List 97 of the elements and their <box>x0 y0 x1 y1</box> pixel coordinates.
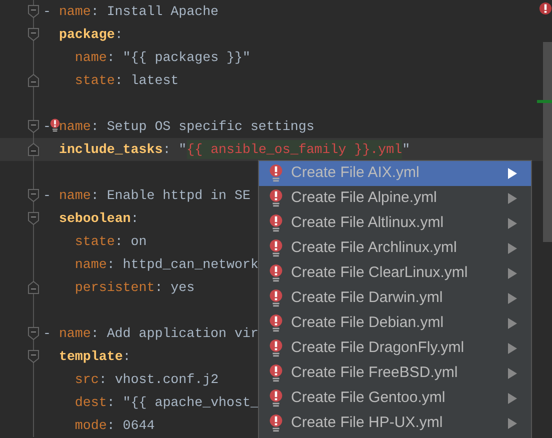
yaml-key: name <box>58 324 91 344</box>
submenu-arrow-icon <box>508 293 517 304</box>
colon: : <box>122 348 131 366</box>
list-dash: - <box>43 2 51 21</box>
yaml-value: 0644 <box>122 416 155 435</box>
colon: : <box>106 394 115 412</box>
menu-item[interactable]: Create File Darwin.yml <box>259 286 531 311</box>
menu-item[interactable]: Create File ClearLinux.yml <box>259 261 531 286</box>
error-bulb-icon[interactable] <box>50 118 60 133</box>
yaml-key: name <box>58 2 91 22</box>
submenu-arrow-icon <box>508 368 517 379</box>
yaml-value: on <box>130 232 147 251</box>
colon: : <box>90 324 99 343</box>
colon: : <box>154 278 163 297</box>
yaml-key: name <box>58 116 91 136</box>
menu-item[interactable]: Create File Archlinux.yml <box>259 236 531 261</box>
unresolved-path: {{ ansible_os_family }}.yml <box>186 140 402 160</box>
colon: : <box>90 186 99 205</box>
colon: : <box>106 416 115 435</box>
colon: : <box>114 72 123 90</box>
error-bulb-icon <box>269 214 283 233</box>
yaml-value: httpd_can_network <box>122 256 258 274</box>
colon: : <box>130 210 139 228</box>
yaml-value: Install Apache <box>106 2 219 21</box>
list-dash: - <box>43 324 51 343</box>
submenu-arrow-icon <box>508 193 517 204</box>
submenu-arrow-icon <box>508 268 517 279</box>
list-dash: - <box>43 186 51 205</box>
menu-item[interactable]: Create File Debian.yml <box>259 311 531 336</box>
yaml-value: Add application vir <box>106 324 258 343</box>
error-bulb-icon <box>269 289 283 308</box>
yaml-key: name <box>58 186 91 206</box>
menu-item[interactable]: Create File Alpine.yml <box>259 186 531 211</box>
fold-icon[interactable] <box>28 350 39 363</box>
submenu-arrow-icon <box>508 393 517 404</box>
yaml-value: "{{ packages }}" <box>122 48 250 67</box>
yaml-value: yes <box>170 278 195 297</box>
submenu-arrow-icon <box>508 218 517 229</box>
yaml-value: Enable httpd in SE <box>106 186 250 205</box>
error-icon[interactable] <box>539 2 552 15</box>
yaml-value: latest <box>130 72 179 90</box>
fold-icon[interactable] <box>28 281 39 294</box>
yaml-value: "{{ apache_vhost_ <box>122 394 258 412</box>
fold-icon[interactable] <box>28 212 39 225</box>
yaml-key: package <box>43 24 115 44</box>
fold-icon[interactable] <box>28 189 39 202</box>
list-dash: - <box>43 118 51 136</box>
submenu-arrow-icon <box>508 343 517 354</box>
quote-mark: " <box>178 140 187 159</box>
yaml-value: vhost.conf.j2 <box>114 370 219 389</box>
menu-item[interactable]: Create File HP-UX.yml <box>259 411 531 436</box>
yaml-key: mode <box>43 416 107 436</box>
quote-mark: " <box>402 140 410 159</box>
error-bulb-icon <box>269 239 283 258</box>
fold-icon[interactable] <box>28 120 39 133</box>
error-bulb-icon <box>269 389 283 408</box>
colon: : <box>114 26 123 44</box>
yaml-key: state <box>43 232 115 252</box>
error-bulb-icon <box>269 314 283 333</box>
menu-item[interactable]: Create File FreeBSD.yml <box>259 361 531 386</box>
menu-item[interactable]: Create File Altlinux.yml <box>259 211 531 236</box>
yaml-key: include_tasks <box>43 140 163 160</box>
submenu-arrow-icon <box>508 318 517 329</box>
colon: : <box>114 232 123 251</box>
menu-item[interactable]: Create File DragonFly.yml <box>259 336 531 361</box>
colon: : <box>90 2 99 21</box>
error-bulb-icon <box>269 414 283 433</box>
fold-icon[interactable] <box>28 5 39 18</box>
fold-icon[interactable] <box>28 143 39 156</box>
yaml-key: src <box>43 370 99 390</box>
error-bulb-icon <box>269 189 283 208</box>
scrollbar[interactable] <box>543 42 552 242</box>
colon: : <box>106 48 115 67</box>
error-bulb-icon <box>269 264 283 283</box>
error-bulb-icon <box>269 339 283 358</box>
colon: : <box>106 256 115 274</box>
yaml-key: state <box>43 70 115 90</box>
fold-icon[interactable] <box>28 28 39 41</box>
error-bulb-icon <box>269 364 283 383</box>
submenu-arrow-icon <box>508 418 517 429</box>
yaml-key: persistent <box>43 278 155 298</box>
yaml-key: seboolean <box>43 208 131 228</box>
yaml-key: dest <box>43 392 107 412</box>
submenu-arrow-icon <box>508 243 517 254</box>
submenu-arrow-icon <box>508 168 517 179</box>
yaml-key: template <box>43 346 123 366</box>
colon: : <box>90 118 99 136</box>
yaml-key: name <box>43 254 107 274</box>
change-marker <box>537 100 552 103</box>
fold-icon[interactable] <box>28 74 39 87</box>
fold-icon[interactable] <box>28 327 39 340</box>
colon: : <box>98 370 107 389</box>
yaml-key: name <box>43 48 107 68</box>
error-bulb-icon <box>269 164 283 183</box>
menu-item[interactable]: Create File Gentoo.yml <box>259 386 531 411</box>
colon: : <box>162 140 171 159</box>
yaml-value: Setup OS specific settings <box>106 118 314 136</box>
